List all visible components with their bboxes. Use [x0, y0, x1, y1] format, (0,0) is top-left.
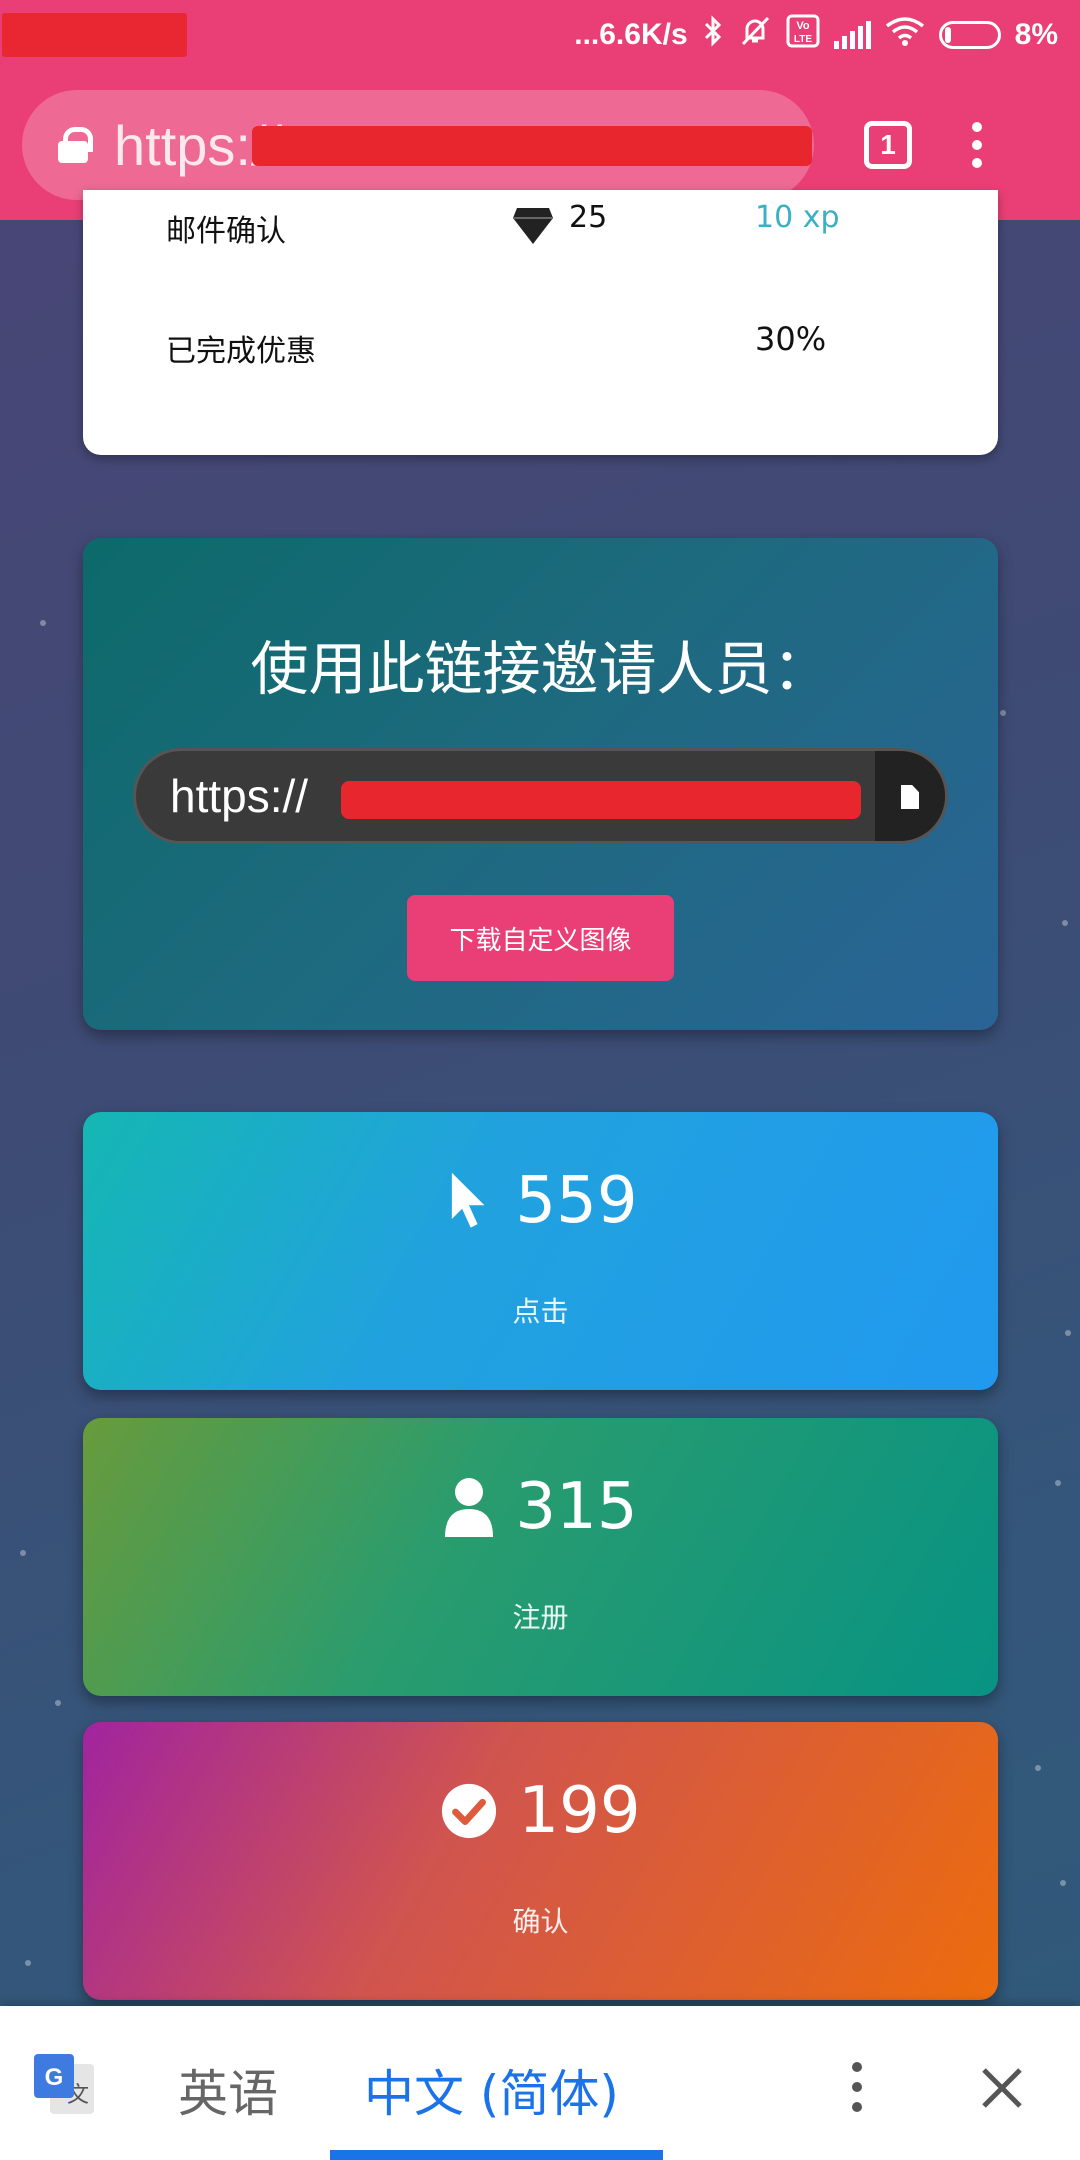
diamond-icon: [513, 208, 553, 244]
confirmations-stat-card: 199 确认: [83, 1722, 998, 2000]
volte-icon: Vo LTE: [786, 14, 820, 56]
download-image-button[interactable]: 下载自定义图像: [407, 895, 674, 981]
clicks-label: 点击: [512, 1295, 569, 1328]
completed-offers-label: 已完成优惠: [166, 334, 316, 369]
registrations-value: 315: [515, 1470, 638, 1544]
wifi-icon: [885, 16, 925, 54]
invite-title: 使用此链接邀请人员：: [250, 635, 831, 703]
redacted-link: [341, 781, 861, 819]
lock-icon: [58, 127, 93, 163]
battery-icon: [938, 21, 1001, 49]
signal-icon: [833, 21, 871, 49]
active-language-indicator: [330, 2150, 663, 2160]
copy-link-button[interactable]: [875, 751, 945, 841]
tab-switcher-button[interactable]: 1: [864, 121, 912, 169]
invite-card: 使用此链接邀请人员： https:// 下载自定义图像: [83, 538, 998, 1030]
completed-offers-value: 30%: [755, 320, 827, 358]
svg-text:Vo: Vo: [796, 20, 810, 32]
clicks-stat-card: 559 点击: [83, 1112, 998, 1390]
redacted-carrier: [2, 13, 187, 57]
copy-icon: [901, 785, 919, 809]
mute-bell-icon: [738, 14, 772, 56]
close-icon[interactable]: [978, 2064, 1026, 2112]
registrations-label: 注册: [512, 1601, 569, 1634]
clicks-value: 559: [515, 1164, 638, 1238]
network-speed: ...6.6K/s: [574, 18, 688, 51]
status-bar: ...6.6K/s Vo LTE 8%: [0, 0, 1080, 70]
email-confirm-label: 邮件确认: [166, 214, 286, 249]
user-icon: [445, 1478, 494, 1537]
cursor-icon: [452, 1172, 485, 1228]
browser-menu-button[interactable]: [972, 122, 982, 168]
translate-more-button[interactable]: [852, 2062, 862, 2112]
referral-link-text: https://: [170, 770, 309, 822]
confirmations-label: 确认: [512, 1905, 569, 1938]
summary-card: 邮件确认 25 10 xp 已完成优惠 30%: [83, 190, 998, 455]
confirmations-value: 199: [518, 1774, 641, 1848]
source-language-tab[interactable]: 英语: [178, 2054, 278, 2126]
redacted-url: [252, 126, 812, 166]
google-translate-icon: 文 G: [34, 2054, 94, 2114]
svg-text:G: G: [45, 2064, 64, 2091]
registrations-stat-card: 315 注册: [83, 1418, 998, 1696]
referral-link-field[interactable]: https://: [133, 748, 948, 844]
xp-reward: 10 xp: [755, 200, 840, 235]
check-circle-icon: [442, 1783, 497, 1839]
target-language-tab[interactable]: 中文 (简体): [364, 2054, 619, 2126]
svg-text:LTE: LTE: [794, 34, 812, 45]
address-bar[interactable]: https://: [22, 90, 814, 200]
translate-bar: 文 G 英语 中文 (简体): [0, 2006, 1080, 2160]
gem-reward: 25: [569, 200, 608, 235]
battery-percent: 8%: [1014, 18, 1058, 51]
bluetooth-icon: [702, 15, 724, 55]
